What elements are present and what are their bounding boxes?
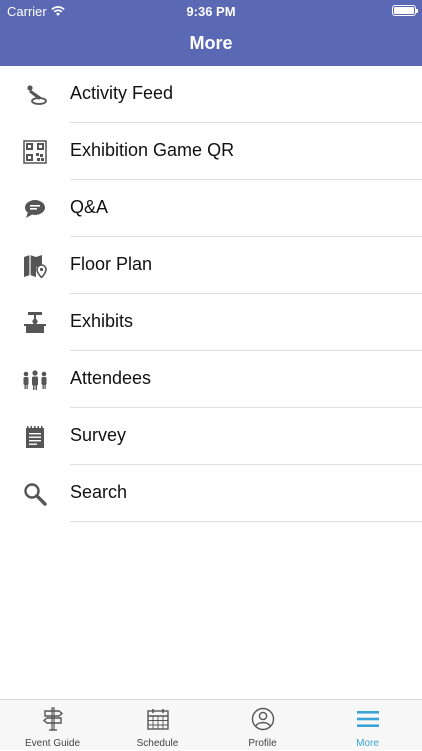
menu-item-survey[interactable]: Survey bbox=[0, 408, 422, 465]
status-time: 9:36 PM bbox=[186, 4, 236, 19]
tab-bar: Event Guide Schedule Profile More bbox=[0, 699, 422, 750]
chat-bubble-icon bbox=[22, 196, 48, 222]
tab-label: More bbox=[356, 738, 379, 749]
menu-item-activity-feed[interactable]: Activity Feed bbox=[0, 66, 422, 123]
tab-schedule[interactable]: Schedule bbox=[105, 700, 210, 751]
menu-item-label: Exhibition Game QR bbox=[70, 140, 235, 160]
menu-item-floor-plan[interactable]: Floor Plan bbox=[0, 237, 422, 294]
tab-label: Profile bbox=[248, 738, 277, 749]
menu-item-label: Activity Feed bbox=[70, 83, 174, 103]
menu-item-exhibition-game-qr[interactable]: Exhibition Game QR bbox=[0, 123, 422, 180]
menu-item-label: Exhibits bbox=[70, 311, 134, 331]
tab-profile[interactable]: Profile bbox=[210, 700, 315, 751]
search-icon bbox=[22, 481, 48, 507]
menu-item-attendees[interactable]: Attendees bbox=[0, 351, 422, 408]
activity-feed-icon bbox=[22, 82, 48, 108]
status-bar: Carrier 9:36 PM bbox=[0, 0, 422, 22]
tab-more[interactable]: More bbox=[315, 700, 420, 751]
tab-label: Event Guide bbox=[24, 738, 81, 749]
clipboard-icon bbox=[22, 424, 48, 450]
signpost-icon bbox=[0, 707, 105, 731]
divider bbox=[70, 521, 422, 522]
tab-label: Schedule bbox=[136, 738, 179, 749]
people-icon bbox=[22, 367, 48, 393]
exhibit-booth-icon bbox=[22, 310, 48, 336]
more-menu-list: Activity Feed Exhibition Game QR Q&A Flo… bbox=[0, 66, 422, 522]
calendar-icon bbox=[105, 707, 210, 731]
menu-icon bbox=[315, 707, 420, 731]
profile-icon bbox=[210, 707, 315, 731]
menu-item-label: Q&A bbox=[70, 197, 109, 217]
map-pin-icon bbox=[22, 253, 48, 279]
page-title: More bbox=[189, 33, 233, 53]
menu-item-label: Search bbox=[70, 482, 128, 502]
nav-header: Carrier 9:36 PM More bbox=[0, 0, 422, 66]
menu-item-q-and-a[interactable]: Q&A bbox=[0, 180, 422, 237]
menu-item-label: Survey bbox=[70, 425, 127, 445]
menu-item-label: Attendees bbox=[70, 368, 152, 388]
menu-item-exhibits[interactable]: Exhibits bbox=[0, 294, 422, 351]
menu-item-label: Floor Plan bbox=[70, 254, 153, 274]
tab-event-guide[interactable]: Event Guide bbox=[0, 700, 105, 751]
menu-item-search[interactable]: Search bbox=[0, 465, 422, 522]
battery-icon bbox=[392, 5, 418, 16]
qr-code-icon bbox=[22, 139, 48, 165]
